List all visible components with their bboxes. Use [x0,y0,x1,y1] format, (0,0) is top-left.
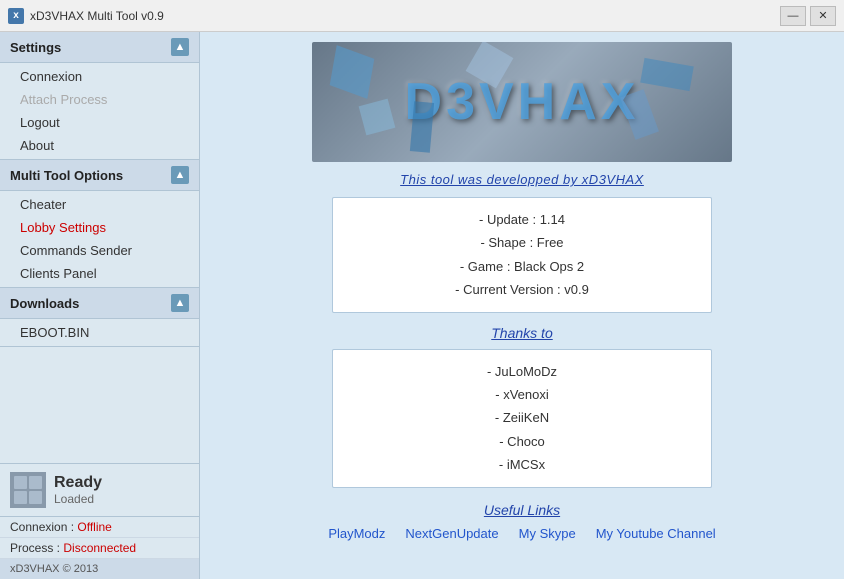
sidebar-item-attach-process: Attach Process [0,88,199,111]
process-status-line: Process : Disconnected [0,538,199,559]
status-text-group: Ready Loaded [54,474,102,506]
info-box: - Update : 1.14 - Shape : Free - Game : … [332,197,712,313]
sidebar-item-clients-panel[interactable]: Clients Panel [0,262,199,285]
status-icon-cell-1 [14,476,27,489]
link-youtube-channel[interactable]: My Youtube Channel [596,526,716,541]
info-line-2: - Shape : Free [353,231,691,254]
titlebar-buttons: — ✕ [780,6,836,26]
multitool-collapse-btn[interactable]: ▲ [171,166,189,184]
sidebar-item-lobby-settings[interactable]: Lobby Settings [0,216,199,239]
titlebar-title: xD3VHAX Multi Tool v0.9 [30,9,164,23]
thanks-name-2: - xVenoxi [353,383,691,406]
thanks-box: - JuLoMoDz - xVenoxi - ZeiiKeN - Choco -… [332,349,712,488]
copyright-line: xD3VHAX © 2013 [0,559,199,579]
minimize-button[interactable]: — [780,6,806,26]
sidebar-item-cheater[interactable]: Cheater [0,193,199,216]
status-box: Ready Loaded [0,464,199,517]
content-area: D3VHAX This tool was developped by xD3VH… [200,32,844,579]
useful-links-title: Useful Links [484,502,560,518]
link-my-skype[interactable]: My Skype [519,526,576,541]
settings-items: Connexion Attach Process Logout About [0,63,199,160]
sidebar-item-logout[interactable]: Logout [0,111,199,134]
status-ready-label: Ready [54,474,102,492]
settings-collapse-btn[interactable]: ▲ [171,38,189,56]
downloads-title: Downloads [10,296,79,311]
sidebar-item-eboot[interactable]: EBOOT.BIN [0,321,199,344]
status-loaded-label: Loaded [54,492,102,506]
thanks-name-4: - Choco [353,430,691,453]
downloads-items: EBOOT.BIN [0,319,199,347]
sidebar: Settings ▲ Connexion Attach Process Logo… [0,32,200,579]
app-icon: x [8,8,24,24]
thanks-title: Thanks to [491,325,552,341]
connexion-value: Offline [77,520,111,534]
main-container: Settings ▲ Connexion Attach Process Logo… [0,32,844,579]
info-line-4: - Current Version : v0.9 [353,278,691,301]
info-line-1: - Update : 1.14 [353,208,691,231]
status-icon-cell-2 [29,476,42,489]
status-icon [10,472,46,508]
settings-title: Settings [10,40,61,55]
process-label: Process : [10,541,60,555]
info-line-3: - Game : Black Ops 2 [353,255,691,278]
sidebar-status: Ready Loaded Connexion : Offline Process… [0,463,199,579]
process-value: Disconnected [63,541,136,555]
thanks-name-3: - ZeiiKeN [353,406,691,429]
downloads-collapse-btn[interactable]: ▲ [171,294,189,312]
downloads-section-header[interactable]: Downloads ▲ [0,288,199,319]
connexion-label: Connexion : [10,520,74,534]
status-icon-cell-4 [29,491,42,504]
close-button[interactable]: ✕ [810,6,836,26]
sidebar-item-connexion[interactable]: Connexion [0,65,199,88]
link-playmodz[interactable]: PlayModz [328,526,385,541]
multitool-title: Multi Tool Options [10,168,123,183]
settings-section-header[interactable]: Settings ▲ [0,32,199,63]
titlebar-left: x xD3VHAX Multi Tool v0.9 [8,8,164,24]
logo-text: D3VHAX [405,72,640,132]
connexion-status-line: Connexion : Offline [0,517,199,538]
link-nextgenupdate[interactable]: NextGenUpdate [405,526,498,541]
multitool-section-header[interactable]: Multi Tool Options ▲ [0,160,199,191]
status-icon-cell-3 [14,491,27,504]
thanks-name-1: - JuLoMoDz [353,360,691,383]
multitool-items: Cheater Lobby Settings Commands Sender C… [0,191,199,288]
sidebar-item-about[interactable]: About [0,134,199,157]
titlebar: x xD3VHAX Multi Tool v0.9 — ✕ [0,0,844,32]
dev-text: This tool was developped by xD3VHAX [400,172,644,187]
thanks-name-5: - iMCSx [353,453,691,476]
sidebar-item-commands-sender[interactable]: Commands Sender [0,239,199,262]
logo-area: D3VHAX [312,42,732,162]
links-row: PlayModz NextGenUpdate My Skype My Youtu… [328,526,715,541]
